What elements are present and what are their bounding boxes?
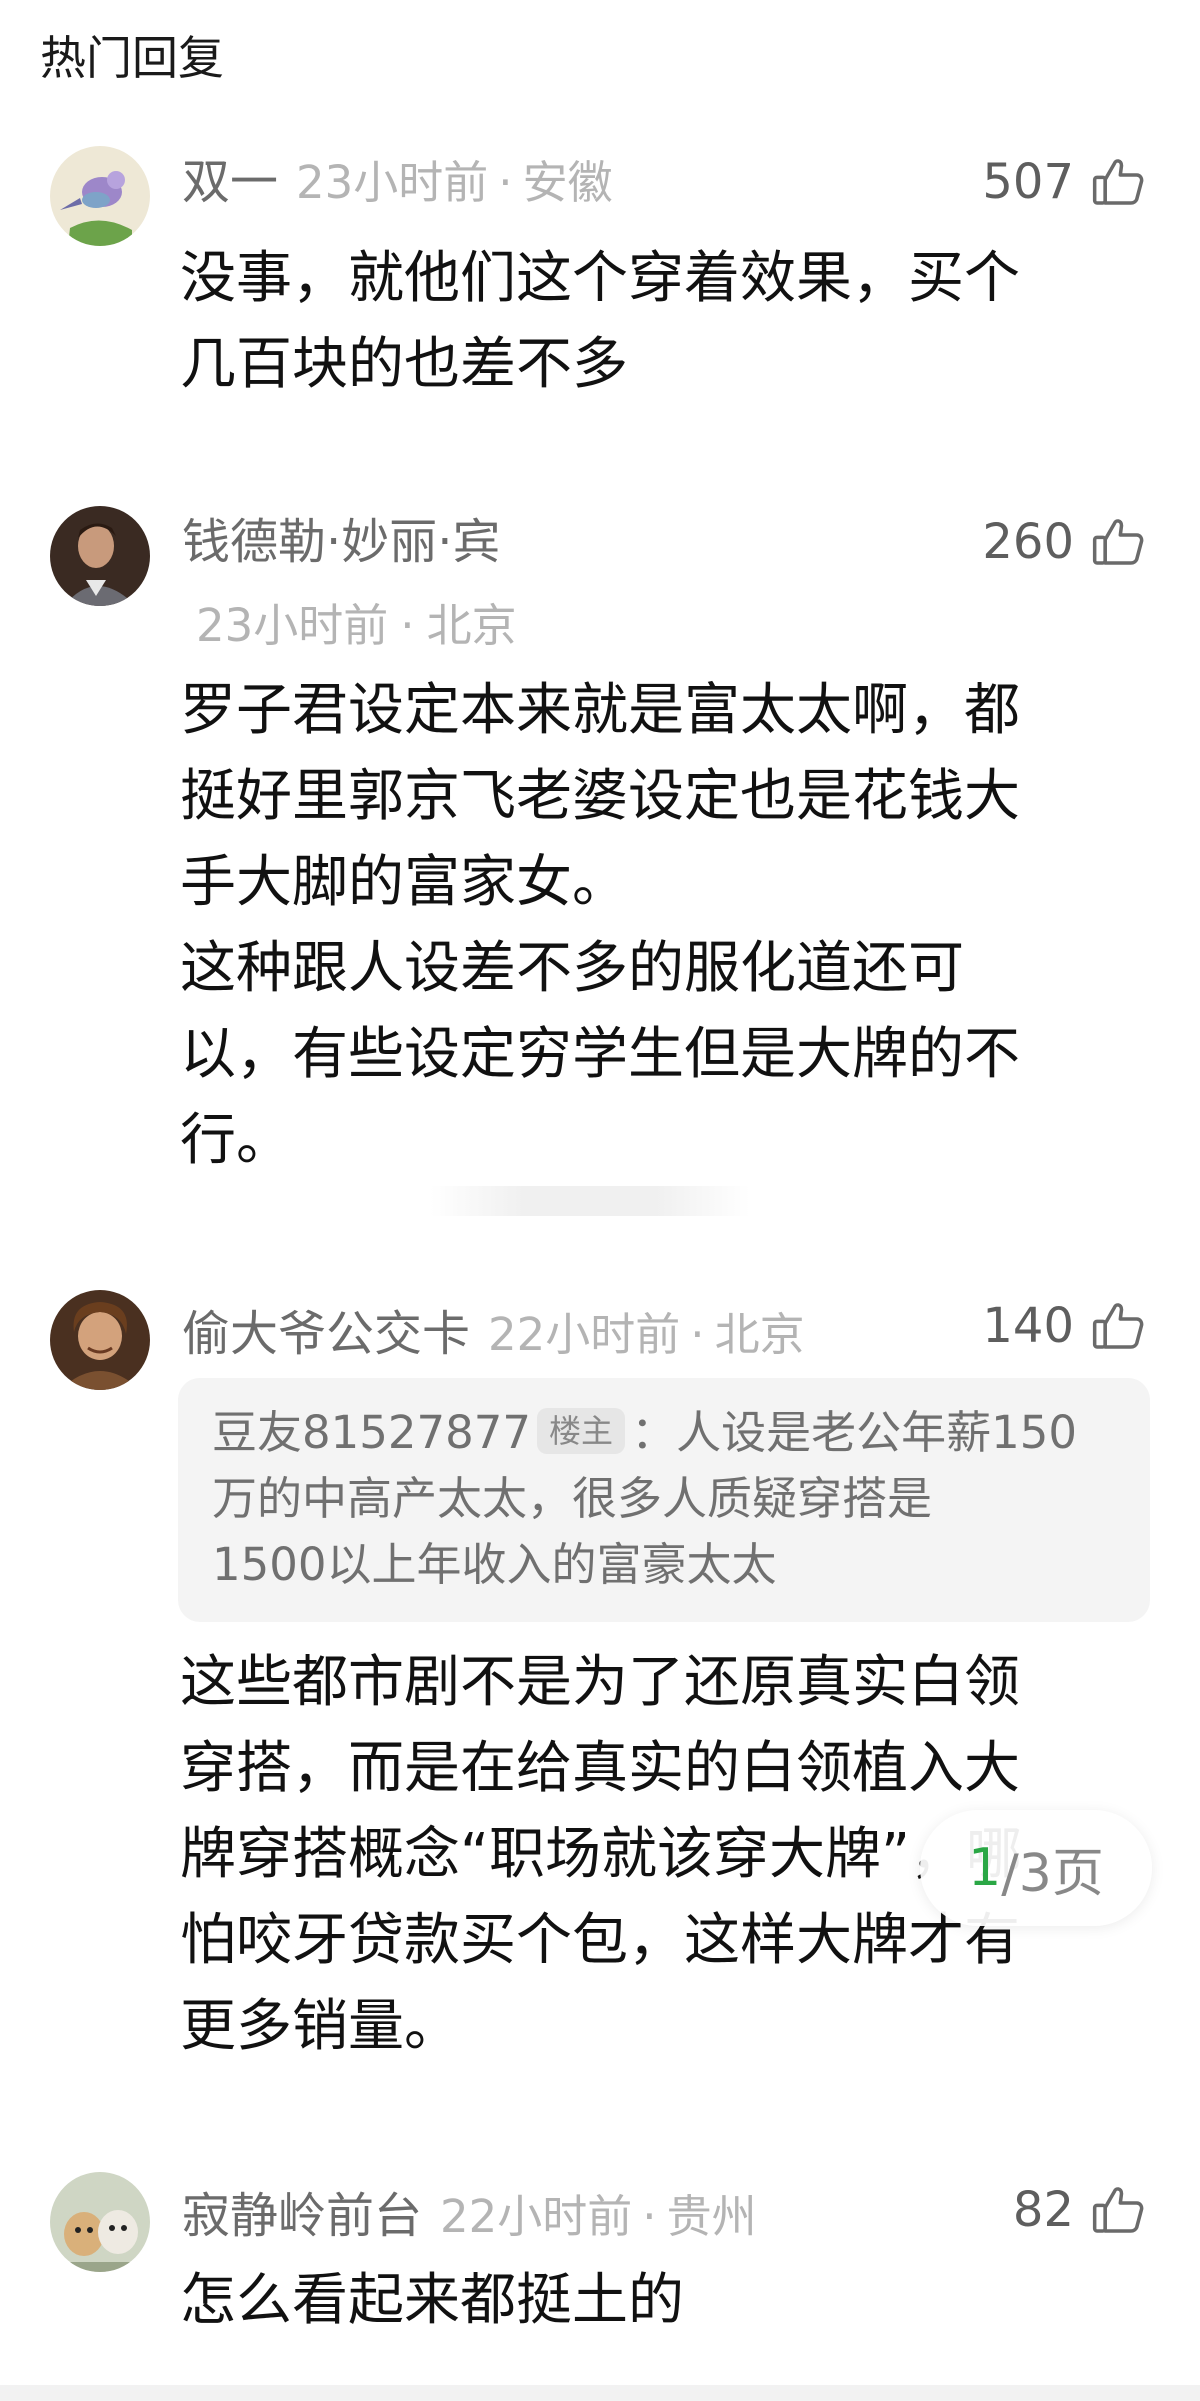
comment-meta: 钱德勒·妙丽·宾 [182, 510, 501, 574]
like-count: 260 [982, 514, 1074, 570]
comment-meta-line2: 23小时前 · 北京 [196, 596, 517, 656]
timestamp: 22小时前 [440, 2190, 633, 2243]
separator: · [498, 156, 513, 209]
thumbs-up-icon [1090, 2182, 1146, 2238]
timestamp: 23小时前 [296, 156, 489, 209]
owner-badge: 楼主 [537, 1408, 626, 1454]
comment-meta: 双一 23小时前 · 安徽 [182, 150, 613, 215]
avatar[interactable] [50, 2172, 150, 2272]
comment-text: 没事，就他们这个穿着效果，买个 几百块的也差不多 [180, 246, 1020, 397]
like-button[interactable]: 82 [1013, 2180, 1146, 2240]
comment-text: 罗子君设定本来就是富太太啊，都 挺好里郭京飞老婆设定也是花钱大 手大脚的富家女。… [180, 678, 1020, 1173]
quoted-reply[interactable]: 豆友81527877 楼主 ：人设是老公年薪150 万的中高产太太，很多人质疑穿搭是… [178, 1378, 1150, 1622]
divider [430, 1186, 750, 1216]
section-title: 热门回复 [40, 31, 224, 85]
timestamp: 23小时前 [196, 599, 389, 652]
thumbs-up-icon [1090, 154, 1146, 210]
avatar[interactable] [50, 1290, 150, 1390]
separator: · [642, 2190, 657, 2243]
thumbs-up-icon [1090, 1298, 1146, 1354]
username[interactable]: 寂静岭前台 [182, 2188, 422, 2244]
page-total: /3页 [1001, 1843, 1104, 1904]
like-button[interactable]: 260 [982, 512, 1146, 572]
location: 北京 [714, 1308, 805, 1361]
separator: · [400, 599, 415, 652]
like-count: 82 [1012, 2182, 1074, 2238]
comment-meta: 偷大爷公交卡 22小时前 · 北京 [182, 1302, 805, 1367]
location: 北京 [426, 599, 517, 652]
quoted-username[interactable]: 豆友81527877 [212, 1406, 531, 1459]
comment-meta: 寂静岭前台 22小时前 · 贵州 [182, 2184, 757, 2249]
like-count: 507 [982, 154, 1074, 210]
username[interactable]: 偷大爷公交卡 [182, 1306, 470, 1362]
username[interactable]: 双一 [182, 154, 278, 210]
bottom-edge [0, 2385, 1200, 2401]
avatar[interactable] [50, 146, 150, 246]
page-current: 1 [968, 1838, 1002, 1898]
like-button[interactable]: 140 [982, 1296, 1146, 1356]
username[interactable]: 钱德勒·妙丽·宾 [182, 514, 501, 570]
location: 安徽 [522, 156, 613, 209]
like-button[interactable]: 507 [982, 152, 1146, 212]
location: 贵州 [666, 2190, 757, 2243]
thumbs-up-icon [1090, 514, 1146, 570]
avatar[interactable] [50, 506, 150, 606]
comment-text: 怎么看起来都挺土的 [180, 2268, 684, 2333]
timestamp: 22小时前 [488, 1308, 681, 1361]
separator: · [690, 1308, 705, 1361]
page-indicator[interactable]: 1/3页 [920, 1810, 1152, 1926]
like-count: 140 [982, 1298, 1074, 1354]
